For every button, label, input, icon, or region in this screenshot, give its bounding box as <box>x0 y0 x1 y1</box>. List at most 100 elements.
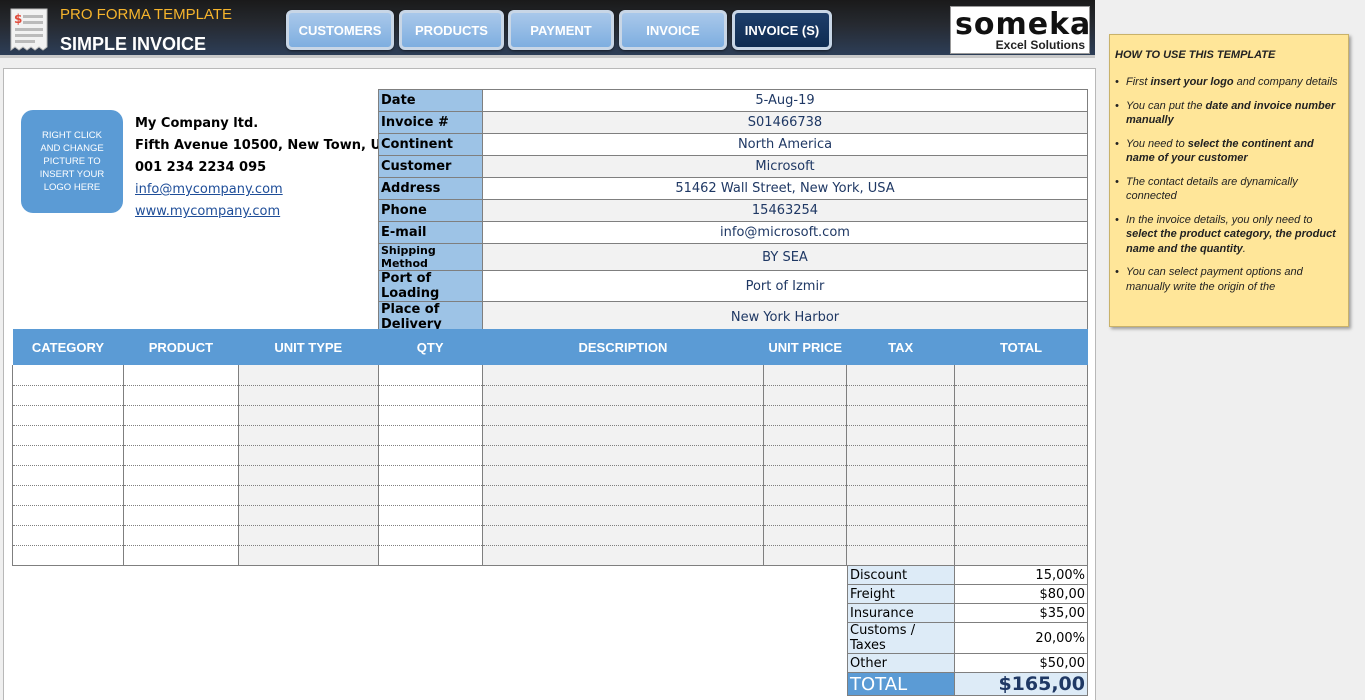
item-cell-total[interactable] <box>954 485 1088 506</box>
item-cell-category[interactable] <box>12 385 124 406</box>
item-cell-description[interactable] <box>482 525 765 546</box>
item-cell-description[interactable] <box>482 485 765 506</box>
item-cell-unit-price[interactable] <box>763 485 848 506</box>
info-value-shipping-method[interactable]: BY SEA <box>482 243 1088 271</box>
company-email-link[interactable]: info@mycompany.com <box>135 179 410 201</box>
item-cell-tax[interactable] <box>846 365 956 386</box>
item-cell-total[interactable] <box>954 385 1088 406</box>
item-cell-total[interactable] <box>954 525 1088 546</box>
item-cell-product[interactable] <box>123 445 239 466</box>
item-cell-description[interactable] <box>482 385 765 406</box>
item-cell-qty[interactable] <box>378 545 483 566</box>
item-cell-qty[interactable] <box>378 425 483 446</box>
item-cell-unit-price[interactable] <box>763 505 848 526</box>
item-cell-unit-price[interactable] <box>763 445 848 466</box>
item-cell-unit-price[interactable] <box>763 465 848 486</box>
item-cell-qty[interactable] <box>378 485 483 506</box>
item-cell-total[interactable] <box>954 465 1088 486</box>
item-cell-qty[interactable] <box>378 445 483 466</box>
totals-value-freight[interactable]: $80,00 <box>954 584 1088 604</box>
item-cell-unit-type[interactable] <box>238 405 379 426</box>
nav-invoice-s-button[interactable]: INVOICE (S) <box>732 10 832 50</box>
totals-value-discount[interactable]: 15,00% <box>954 565 1088 585</box>
item-cell-unit-type[interactable] <box>238 505 379 526</box>
info-value-date[interactable]: 5-Aug-19 <box>482 89 1088 112</box>
item-cell-product[interactable] <box>123 425 239 446</box>
nav-products-button[interactable]: PRODUCTS <box>399 10 504 50</box>
item-cell-description[interactable] <box>482 425 765 446</box>
info-value-customer[interactable]: Microsoft <box>482 155 1088 178</box>
item-cell-tax[interactable] <box>846 545 956 566</box>
logo-placeholder[interactable]: RIGHT CLICK AND CHANGE PICTURE TO INSERT… <box>21 110 123 213</box>
item-cell-total[interactable] <box>954 505 1088 526</box>
item-cell-category[interactable] <box>12 485 124 506</box>
info-value-place-of-delivery[interactable]: New York Harbor <box>482 301 1088 333</box>
item-cell-unit-type[interactable] <box>238 385 379 406</box>
item-cell-description[interactable] <box>482 445 765 466</box>
item-cell-unit-type[interactable] <box>238 485 379 506</box>
item-cell-total[interactable] <box>954 365 1088 386</box>
item-cell-product[interactable] <box>123 485 239 506</box>
item-cell-tax[interactable] <box>846 445 956 466</box>
item-cell-qty[interactable] <box>378 405 483 426</box>
info-value-port-of-loading[interactable]: Port of Izmir <box>482 270 1088 302</box>
item-cell-description[interactable] <box>482 465 765 486</box>
totals-value-other[interactable]: $50,00 <box>954 653 1088 673</box>
item-cell-unit-type[interactable] <box>238 425 379 446</box>
item-cell-product[interactable] <box>123 545 239 566</box>
item-cell-unit-price[interactable] <box>763 385 848 406</box>
item-cell-category[interactable] <box>12 525 124 546</box>
item-cell-unit-type[interactable] <box>238 445 379 466</box>
item-cell-description[interactable] <box>482 365 765 386</box>
item-cell-tax[interactable] <box>846 405 956 426</box>
info-value-continent[interactable]: North America <box>482 133 1088 156</box>
item-cell-qty[interactable] <box>378 465 483 486</box>
totals-value-insurance[interactable]: $35,00 <box>954 603 1088 623</box>
item-cell-tax[interactable] <box>846 485 956 506</box>
item-cell-unit-price[interactable] <box>763 525 848 546</box>
nav-customers-button[interactable]: CUSTOMERS <box>286 10 394 50</box>
item-cell-tax[interactable] <box>846 525 956 546</box>
item-cell-tax[interactable] <box>846 425 956 446</box>
item-cell-unit-price[interactable] <box>763 365 848 386</box>
item-cell-qty[interactable] <box>378 365 483 386</box>
item-cell-qty[interactable] <box>378 525 483 546</box>
item-cell-description[interactable] <box>482 545 765 566</box>
item-cell-unit-type[interactable] <box>238 465 379 486</box>
item-cell-category[interactable] <box>12 405 124 426</box>
item-cell-category[interactable] <box>12 425 124 446</box>
item-cell-unit-type[interactable] <box>238 365 379 386</box>
item-cell-product[interactable] <box>123 505 239 526</box>
item-cell-category[interactable] <box>12 465 124 486</box>
item-cell-description[interactable] <box>482 405 765 426</box>
item-cell-total[interactable] <box>954 425 1088 446</box>
item-cell-total[interactable] <box>954 545 1088 566</box>
totals-value-customs-taxes[interactable]: 20,00% <box>954 622 1088 654</box>
item-cell-category[interactable] <box>12 505 124 526</box>
item-cell-qty[interactable] <box>378 385 483 406</box>
item-cell-category[interactable] <box>12 365 124 386</box>
item-cell-unit-price[interactable] <box>763 545 848 566</box>
item-cell-unit-type[interactable] <box>238 545 379 566</box>
item-cell-category[interactable] <box>12 445 124 466</box>
nav-payment-button[interactable]: PAYMENT <box>508 10 614 50</box>
item-cell-product[interactable] <box>123 525 239 546</box>
item-cell-product[interactable] <box>123 385 239 406</box>
nav-invoice-button[interactable]: INVOICE <box>619 10 727 50</box>
item-cell-product[interactable] <box>123 465 239 486</box>
brand-logo[interactable]: someka Excel Solutions <box>950 6 1090 54</box>
item-cell-product[interactable] <box>123 365 239 386</box>
info-value-invoice-number[interactable]: S01466738 <box>482 111 1088 134</box>
item-cell-tax[interactable] <box>846 465 956 486</box>
item-cell-qty[interactable] <box>378 505 483 526</box>
item-cell-tax[interactable] <box>846 505 956 526</box>
item-cell-total[interactable] <box>954 405 1088 426</box>
item-cell-description[interactable] <box>482 505 765 526</box>
item-cell-unit-price[interactable] <box>763 405 848 426</box>
item-cell-unit-type[interactable] <box>238 525 379 546</box>
item-cell-unit-price[interactable] <box>763 425 848 446</box>
company-website-link[interactable]: www.mycompany.com <box>135 201 410 223</box>
item-cell-product[interactable] <box>123 405 239 426</box>
item-cell-tax[interactable] <box>846 385 956 406</box>
item-cell-category[interactable] <box>12 545 124 566</box>
